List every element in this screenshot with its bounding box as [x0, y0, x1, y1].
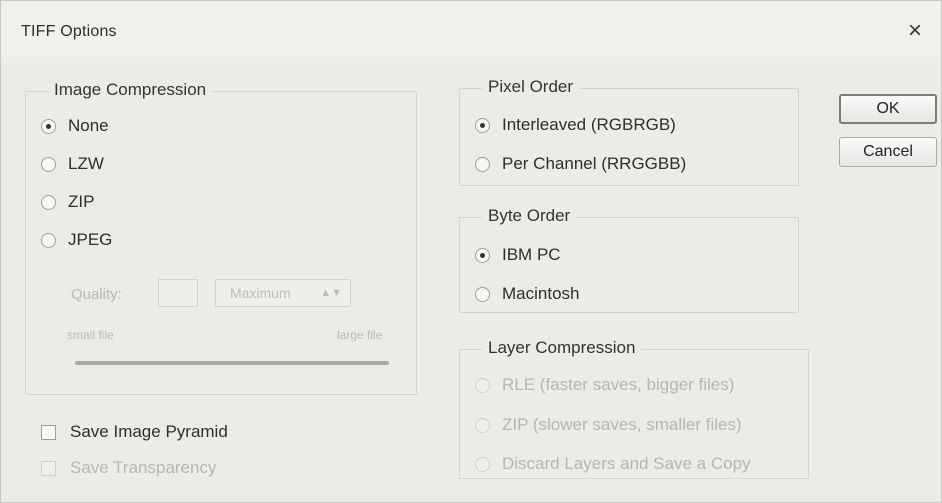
tiff-options-dialog: TIFF Options × Image Compression None LZ… [0, 0, 942, 503]
radio-button[interactable] [475, 377, 490, 393]
layer-zip-radio[interactable]: ZIP (slower saves, smaller files) [475, 412, 742, 438]
close-icon[interactable]: × [903, 19, 927, 43]
byte-order-legend: Byte Order [482, 206, 577, 226]
compression-none-radio[interactable]: None [41, 113, 109, 139]
select-arrows-icon: ▲▼ [320, 287, 342, 299]
radio-button-checked[interactable] [475, 247, 490, 263]
save-image-pyramid-checkbox[interactable]: Save Image Pyramid [41, 419, 228, 445]
layer-compression-legend: Layer Compression [482, 338, 642, 358]
radio-button[interactable] [475, 156, 490, 172]
quality-input[interactable] [158, 279, 198, 307]
radio-button[interactable] [41, 232, 56, 248]
ok-button[interactable]: OK [839, 94, 937, 124]
interleaved-label: Interleaved (RGBRGB) [502, 115, 676, 134]
image-compression-legend: Image Compression [48, 80, 213, 100]
layer-zip-label: ZIP (slower saves, smaller files) [502, 415, 742, 434]
compression-jpeg-label: JPEG [68, 230, 113, 249]
radio-button-checked[interactable] [41, 118, 56, 134]
layer-discard-radio[interactable]: Discard Layers and Save a Copy [475, 451, 751, 477]
pixel-order-legend: Pixel Order [482, 77, 580, 97]
compression-none-label: None [68, 116, 109, 135]
layer-rle-radio[interactable]: RLE (faster saves, bigger files) [475, 372, 734, 398]
radio-button[interactable] [475, 417, 490, 433]
per-channel-label: Per Channel (RRGGBB) [502, 154, 687, 173]
save-transparency-label: Save Transparency [70, 458, 217, 477]
radio-button[interactable] [41, 156, 56, 172]
layer-rle-label: RLE (faster saves, bigger files) [502, 375, 735, 394]
compression-lzw-label: LZW [68, 154, 104, 173]
save-image-pyramid-label: Save Image Pyramid [70, 422, 228, 441]
small-file-label: small file [67, 328, 114, 342]
save-transparency-checkbox[interactable]: Save Transparency [41, 455, 216, 481]
compression-zip-label: ZIP [68, 192, 95, 211]
pixel-order-per-channel-radio[interactable]: Per Channel (RRGGBB) [475, 151, 686, 177]
quality-preset-select[interactable]: Maximum ▲▼ [215, 279, 351, 307]
radio-button[interactable] [41, 194, 56, 210]
compression-jpeg-radio[interactable]: JPEG [41, 227, 112, 253]
dialog-title: TIFF Options [21, 23, 117, 40]
title-bar: TIFF Options × [1, 1, 941, 57]
checkbox[interactable] [41, 424, 56, 440]
checkbox[interactable] [41, 460, 56, 476]
pixel-order-interleaved-radio[interactable]: Interleaved (RGBRGB) [475, 112, 676, 138]
radio-button[interactable] [475, 286, 490, 302]
compression-lzw-radio[interactable]: LZW [41, 151, 104, 177]
quality-label: Quality: [71, 286, 122, 303]
ibm-pc-label: IBM PC [502, 245, 561, 264]
cancel-button[interactable]: Cancel [839, 137, 937, 167]
quality-slider[interactable] [75, 361, 389, 365]
large-file-label: large file [337, 328, 383, 342]
layer-discard-label: Discard Layers and Save a Copy [502, 454, 751, 473]
radio-button[interactable] [475, 456, 490, 472]
byte-order-macintosh-radio[interactable]: Macintosh [475, 281, 579, 307]
quality-preset-value: Maximum [230, 285, 291, 301]
compression-zip-radio[interactable]: ZIP [41, 189, 94, 215]
radio-button-checked[interactable] [475, 117, 490, 133]
byte-order-ibm-pc-radio[interactable]: IBM PC [475, 242, 561, 268]
macintosh-label: Macintosh [502, 284, 580, 303]
